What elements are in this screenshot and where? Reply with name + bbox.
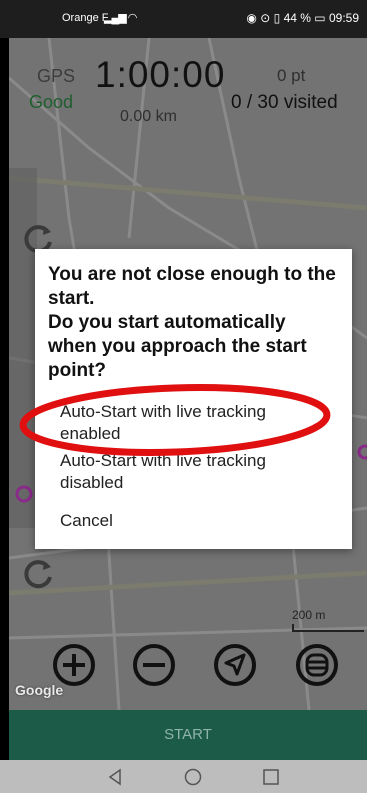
map-pin-icon[interactable] <box>14 484 34 508</box>
dialog-message-line: Do you start automatically when you appr… <box>48 312 307 381</box>
dialog-message: You are not close enough to the start. Do… <box>48 263 338 383</box>
dialog-message-line: You are not close enough to the start. <box>48 264 336 309</box>
map-pin-icon[interactable] <box>355 443 367 463</box>
signal-wifi-icon: ▂▄▆ ◠ <box>104 12 137 24</box>
battery-percent: 44 % <box>283 11 311 25</box>
google-attribution: Google <box>15 682 64 698</box>
location-icon: ⊙ <box>260 11 271 25</box>
home-icon[interactable] <box>184 768 202 786</box>
vibrate-icon: ▯ <box>273 11 281 25</box>
gps-status: Good <box>29 92 74 112</box>
points: 0 pt <box>277 66 306 85</box>
timer: 1:00:00 <box>95 54 226 95</box>
highlight-ellipse-annotation <box>19 384 331 456</box>
battery-icon: ▭ <box>314 11 326 25</box>
system-nav-bar <box>0 760 367 793</box>
recents-icon[interactable] <box>262 768 280 786</box>
start-button[interactable]: START <box>9 710 367 760</box>
option-cancel[interactable]: Cancel <box>60 510 330 532</box>
back-icon[interactable] <box>106 768 124 786</box>
map-scale-bar <box>292 624 364 632</box>
refresh-icon[interactable] <box>20 555 56 591</box>
carrier-name: Orange F <box>62 12 109 24</box>
distance: 0.00 km <box>120 108 177 125</box>
gps-label: GPS <box>37 66 76 86</box>
clock: 09:59 <box>328 11 359 25</box>
map-scale-label: 200 m <box>292 608 326 622</box>
tracking-hud: GPS Good 1:00:00 0.00 km 0 pt 0 / 30 vis… <box>9 38 367 138</box>
status-bar: Orange F ▂▄▆ ◠ ◉ ⊙ ▯ 44 % ▭ 09:59 <box>0 0 367 38</box>
zoom-out-button[interactable] <box>131 642 177 688</box>
visited-count: 0 / 30 visited <box>231 92 338 113</box>
layers-button[interactable] <box>294 642 340 688</box>
my-location-button[interactable] <box>212 642 258 688</box>
eye-icon: ◉ <box>246 11 257 25</box>
status-right: ◉ ⊙ ▯ 44 % ▭ 09:59 <box>246 11 359 25</box>
